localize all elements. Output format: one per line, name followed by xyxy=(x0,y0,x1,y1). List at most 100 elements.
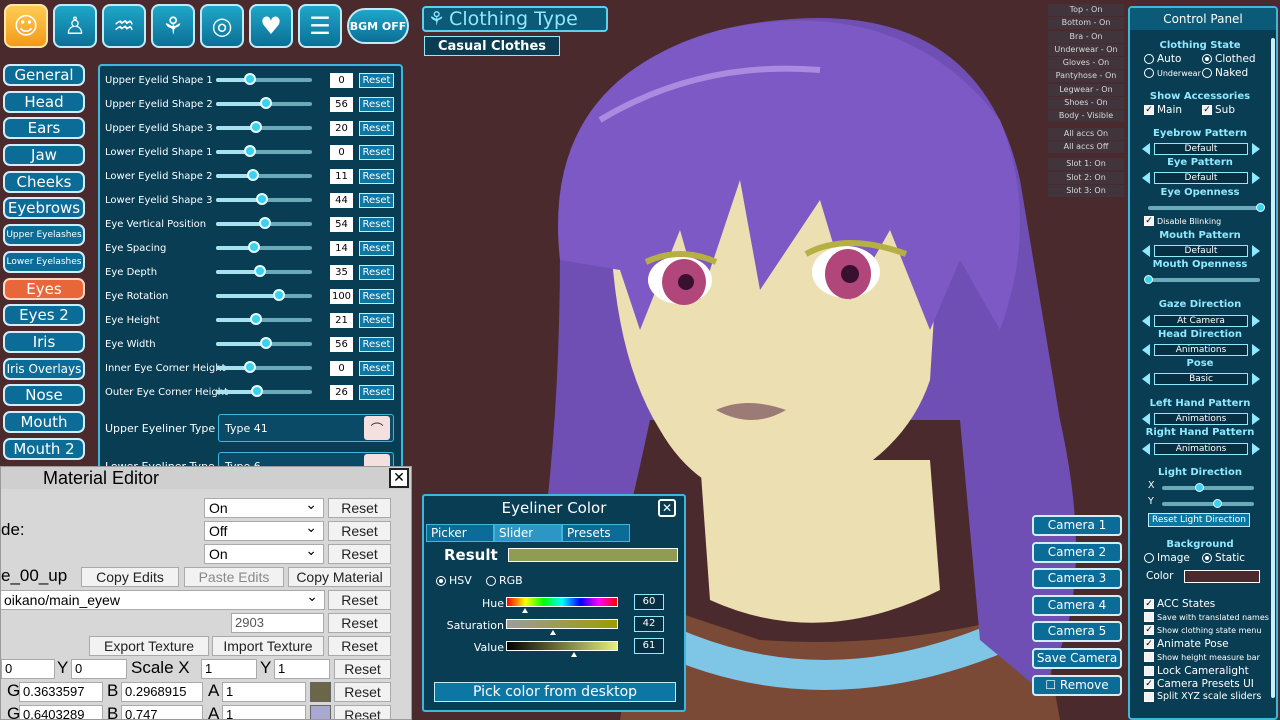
arrow-right-icon[interactable] xyxy=(1252,142,1260,155)
control-panel-scrollbar[interactable] xyxy=(1271,38,1275,698)
clothing-state-item[interactable]: Bra - On xyxy=(1048,30,1124,43)
reset-button[interactable]: Reset xyxy=(359,288,394,304)
close-icon[interactable]: ✕ xyxy=(658,499,676,517)
scale-y-field[interactable]: 1 xyxy=(274,659,330,679)
arrow-right-icon[interactable] xyxy=(1252,442,1260,455)
reset-button[interactable]: Reset xyxy=(328,613,391,633)
slider-knob[interactable] xyxy=(250,313,263,325)
arrow-left-icon[interactable] xyxy=(1142,244,1150,257)
paste-edits-button[interactable]: Paste Edits xyxy=(184,567,284,587)
reset-button[interactable]: Reset xyxy=(328,544,391,564)
arrow-left-icon[interactable] xyxy=(1142,142,1150,155)
shader-select[interactable]: oikano/main_eyew xyxy=(1,587,325,610)
reset-button[interactable]: Reset xyxy=(359,216,394,232)
value-slider[interactable] xyxy=(506,641,618,651)
mouth-pattern-select[interactable]: Default xyxy=(1142,244,1260,257)
category-cheeks[interactable]: Cheeks xyxy=(3,170,85,193)
camera-1-button[interactable]: Camera 1 xyxy=(1032,515,1122,536)
reset-button[interactable]: Reset xyxy=(334,659,391,679)
reset-button[interactable]: Reset xyxy=(328,498,391,518)
slider-value-field[interactable]: 56 xyxy=(330,336,353,352)
render-queue-field[interactable]: 2903 xyxy=(231,613,324,633)
reset-button[interactable]: Reset xyxy=(359,72,394,88)
eyebrow-pattern-select[interactable]: Default xyxy=(1142,142,1260,155)
slider-track[interactable] xyxy=(216,337,312,349)
arrow-right-icon[interactable] xyxy=(1252,314,1260,327)
arrow-right-icon[interactable] xyxy=(1252,372,1260,385)
heart-icon[interactable]: ♥ xyxy=(249,4,293,48)
head-direction-select[interactable]: Animations xyxy=(1142,343,1260,356)
copy-material-button[interactable]: Copy Material xyxy=(288,567,391,587)
slider-track[interactable] xyxy=(216,73,312,85)
slider-knob[interactable] xyxy=(254,265,267,277)
background-color-swatch[interactable] xyxy=(1184,570,1260,583)
slider-track[interactable] xyxy=(216,145,312,157)
pose-select[interactable]: Basic xyxy=(1142,372,1260,385)
category-iris-overlays[interactable]: Iris Overlays xyxy=(3,357,85,380)
camera-3-button[interactable]: Camera 3 xyxy=(1032,568,1122,590)
slider-track[interactable] xyxy=(216,217,312,229)
mouth-openness-slider[interactable] xyxy=(1144,275,1260,284)
reset-button[interactable]: Reset xyxy=(328,590,391,610)
arrow-right-icon[interactable] xyxy=(1252,343,1260,356)
camera-4-button[interactable]: Camera 4 xyxy=(1032,594,1122,616)
category-eyes-2[interactable]: Eyes 2 xyxy=(3,304,85,327)
category-mouth[interactable]: Mouth xyxy=(3,410,85,433)
category-mouth-2[interactable]: Mouth 2 xyxy=(3,437,85,460)
slider-knob[interactable] xyxy=(248,241,261,253)
slider-knob[interactable] xyxy=(243,73,256,85)
clothing-state-item[interactable]: Underwear - On xyxy=(1048,43,1124,56)
category-lower-eyelashes[interactable]: Lower Eyelashes xyxy=(3,250,85,273)
color1-swatch[interactable] xyxy=(310,682,331,702)
light-y-slider[interactable] xyxy=(1162,499,1254,508)
category-nose[interactable]: Nose xyxy=(3,384,85,407)
clothing-state-item[interactable]: Top - On xyxy=(1048,4,1124,16)
slider-value-field[interactable]: 35 xyxy=(330,264,353,280)
slider-value-field[interactable]: 0 xyxy=(330,72,353,88)
mode-hsv[interactable]: HSV xyxy=(436,574,472,587)
slider-track[interactable] xyxy=(216,121,312,133)
reset-button[interactable]: Reset xyxy=(359,96,394,112)
tab-presets[interactable]: Presets xyxy=(562,524,630,542)
slider-value-field[interactable]: 44 xyxy=(330,192,353,208)
accessory-state-item[interactable]: All accs On xyxy=(1048,127,1124,140)
show-clothing-menu-checkbox[interactable]: ✓ Show clothing state menu xyxy=(1144,625,1261,635)
reset-button[interactable]: Reset xyxy=(359,384,394,400)
remove-camera-button[interactable]: ☐ Remove xyxy=(1032,674,1122,696)
background-static-radio[interactable]: Static xyxy=(1202,552,1245,564)
reset-button[interactable]: Reset xyxy=(359,312,394,328)
slider-value-field[interactable]: 0 xyxy=(330,144,353,160)
arrow-left-icon[interactable] xyxy=(1142,314,1150,327)
scale-x-field[interactable]: 1 xyxy=(201,659,257,679)
gaze-direction-select[interactable]: At Camera xyxy=(1142,314,1260,327)
arrow-right-icon[interactable] xyxy=(1252,171,1260,184)
slider-value-field[interactable]: 100 xyxy=(330,288,353,304)
slot-state-item[interactable]: Slot 1: On xyxy=(1048,158,1124,171)
slider-value-field[interactable]: 21 xyxy=(330,312,353,328)
arrow-left-icon[interactable] xyxy=(1142,442,1150,455)
clothing-state-item[interactable]: Body - Visible xyxy=(1048,110,1124,123)
eye-pattern-select[interactable]: Default xyxy=(1142,171,1260,184)
background-image-radio[interactable]: Image xyxy=(1144,552,1190,564)
slider-value-field[interactable]: 11 xyxy=(330,168,353,184)
smiley-icon[interactable]: ☺ xyxy=(4,4,48,48)
category-iris[interactable]: Iris xyxy=(3,330,85,353)
slider-track[interactable] xyxy=(216,313,312,325)
slider-track[interactable] xyxy=(216,169,312,181)
category-head[interactable]: Head xyxy=(3,90,85,113)
save-camera-button[interactable]: Save Camera xyxy=(1032,647,1122,669)
saturation-field[interactable]: 42 xyxy=(634,616,664,632)
accessory-state-item[interactable]: All accs Off xyxy=(1048,140,1124,153)
slider-value-field[interactable]: 54 xyxy=(330,216,353,232)
arrow-right-icon[interactable] xyxy=(1252,412,1260,425)
slot-state-item[interactable]: Slot 3: On xyxy=(1048,184,1124,197)
tab-picker[interactable]: Picker xyxy=(426,524,494,542)
lock-cameralight-checkbox[interactable]: Lock Cameralight xyxy=(1144,665,1249,677)
reset-button[interactable]: Reset xyxy=(359,336,394,352)
clothing-state-item[interactable]: Pantyhose - On xyxy=(1048,70,1124,83)
color1-g-field[interactable]: 0.3633597 xyxy=(19,682,103,702)
value-field[interactable]: 61 xyxy=(634,638,664,654)
hue-slider[interactable] xyxy=(506,597,618,607)
reset-button[interactable]: Reset xyxy=(359,192,394,208)
accessories-main-checkbox[interactable]: ✓ Main xyxy=(1144,104,1182,116)
